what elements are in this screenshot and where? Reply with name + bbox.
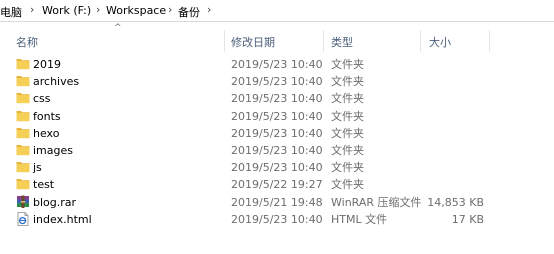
file-row[interactable]: index.html 2019/5/23 10:40 HTML 文件 17 KB [0,211,554,228]
folder-icon [16,57,30,70]
file-type: 文件夹 [331,126,364,140]
file-size: 17 KB [451,212,484,226]
file-modified-date: 2019/5/23 10:40 [231,161,323,175]
file-row[interactable]: hexo 2019/5/23 10:40 文件夹 [0,125,554,142]
file-row[interactable]: css 2019/5/23 10:40 文件夹 [0,90,554,107]
breadcrumb-workspace[interactable]: Workspace [106,4,166,17]
file-modified-date: 2019/5/22 19:27 [231,178,323,192]
file-name: fonts [33,109,61,123]
file-name: archives [33,75,80,89]
file-type: 文件夹 [331,75,364,89]
chevron-right-icon[interactable]: › [30,3,34,16]
chevron-right-icon[interactable]: › [168,3,172,16]
column-header-name[interactable]: 名称 [16,34,38,50]
file-row[interactable]: 2019 2019/5/23 10:40 文件夹 [0,56,554,73]
column-divider[interactable] [323,30,324,52]
file-modified-date: 2019/5/23 10:40 [231,126,323,140]
file-type: 文件夹 [331,109,364,123]
file-row[interactable]: js 2019/5/23 10:40 文件夹 [0,159,554,176]
breadcrumb-computer[interactable]: 电脑 [0,4,22,20]
file-row[interactable]: archives 2019/5/23 10:40 文件夹 [0,73,554,90]
file-name: test [33,178,55,192]
file-name: js [33,161,42,175]
file-type: 文件夹 [331,92,364,106]
column-divider[interactable] [489,30,490,52]
folder-icon [16,126,30,139]
folder-icon [16,160,30,173]
folder-icon [16,143,30,156]
file-type: HTML 文件 [331,212,388,226]
file-type: WinRAR 压缩文件 [331,195,422,209]
file-name: hexo [33,126,60,140]
winrar-archive-icon [16,195,30,208]
file-modified-date: 2019/5/23 10:40 [231,58,323,71]
file-row[interactable]: test 2019/5/22 19:27 文件夹 [0,176,554,193]
column-divider[interactable] [224,30,225,52]
file-row[interactable]: fonts 2019/5/23 10:40 文件夹 [0,108,554,125]
file-name: images [33,143,73,157]
file-modified-date: 2019/5/23 10:40 [231,109,323,123]
file-type: 文件夹 [331,143,364,157]
chevron-right-icon[interactable]: › [96,3,100,16]
html-file-icon [16,211,30,226]
file-name: blog.rar [33,195,77,209]
folder-icon [16,91,30,104]
file-modified-date: 2019/5/23 10:40 [231,143,323,157]
column-header: 名称 修改日期 类型 大小 [0,30,554,52]
folder-icon [16,177,30,190]
column-header-date[interactable]: 修改日期 [231,34,275,50]
folder-icon [16,74,30,87]
file-modified-date: 2019/5/23 10:40 [231,92,323,106]
file-type: 文件夹 [331,161,364,175]
folder-icon [16,109,30,122]
file-name: index.html [33,212,92,226]
file-size: 14,853 KB [427,195,484,209]
breadcrumb-drive[interactable]: Work (F:) [42,4,91,17]
file-row[interactable]: blog.rar 2019/5/21 19:48 WinRAR 压缩文件 14,853… [0,194,554,211]
file-row[interactable]: images 2019/5/23 10:40 文件夹 [0,142,554,159]
breadcrumb-current[interactable]: 备份 [178,4,200,20]
chevron-right-icon[interactable]: › [207,3,211,16]
column-header-size[interactable]: 大小 [429,34,451,50]
file-modified-date: 2019/5/23 10:40 [231,212,323,226]
file-type: 文件夹 [331,178,364,192]
column-divider[interactable] [420,30,421,52]
address-bar[interactable]: 电脑 › Work (F:) › Workspace › 备份 › [0,0,554,22]
file-modified-date: 2019/5/21 19:48 [231,195,323,209]
file-type: 文件夹 [331,58,364,71]
file-name: 2019 [33,58,61,71]
column-header-type[interactable]: 类型 [331,34,353,50]
file-modified-date: 2019/5/23 10:40 [231,75,323,89]
file-list: 2019 2019/5/23 10:40 文件夹 archives 2019/5/23 … [0,56,554,228]
file-name: css [33,92,51,106]
